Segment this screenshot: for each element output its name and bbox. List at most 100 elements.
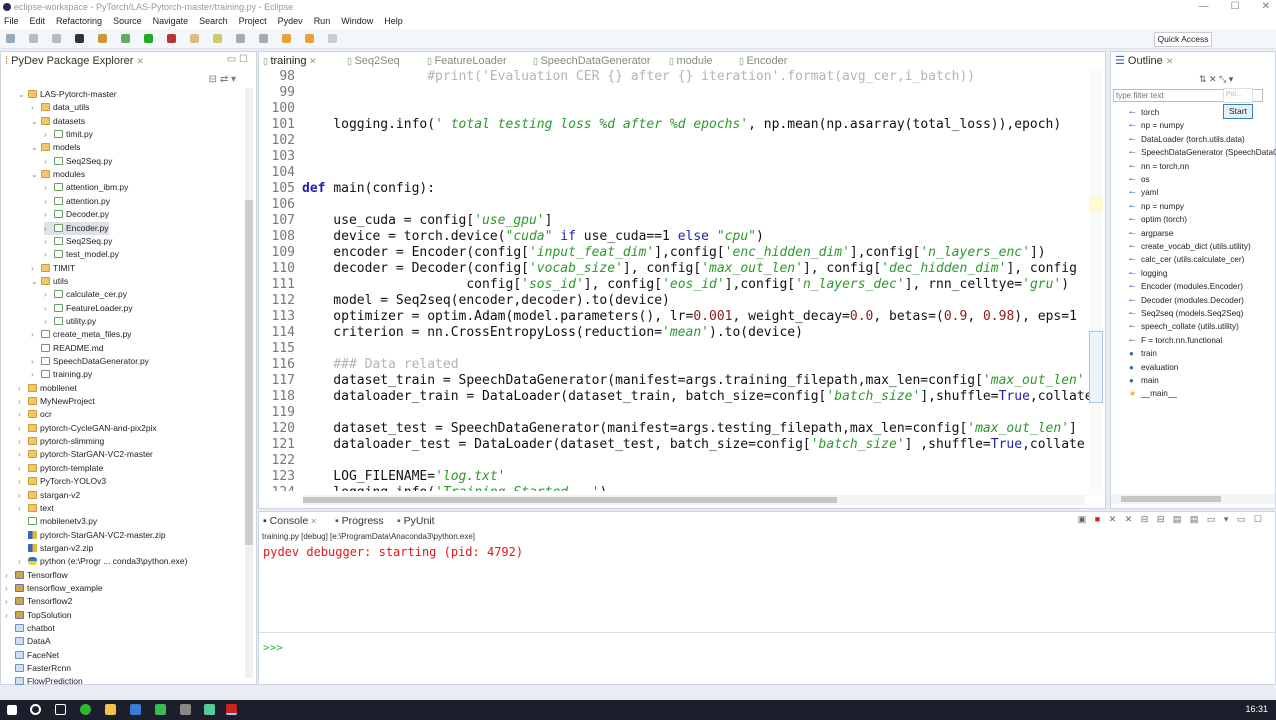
expand-arrow-icon[interactable]: ›	[44, 248, 54, 261]
expand-arrow-icon[interactable]: ›	[31, 328, 41, 341]
tree-item[interactable]: FasterRcnn	[5, 662, 71, 675]
tree-item[interactable]: › mobilenet	[18, 382, 77, 395]
expand-arrow-icon[interactable]: ›	[5, 595, 15, 608]
tree-item[interactable]: › Tensorflow2	[5, 595, 72, 608]
minimize-button[interactable]: —	[1199, 0, 1209, 14]
expand-arrow-icon[interactable]: ›	[18, 422, 28, 435]
outline-item[interactable]: ↼ os	[1129, 173, 1150, 186]
menu-project[interactable]: Project	[239, 14, 267, 29]
menu-file[interactable]: File	[4, 14, 19, 29]
tree-item[interactable]: › MyNewProject	[18, 395, 95, 408]
expand-arrow-icon[interactable]: ⌄	[31, 275, 41, 288]
tree-item[interactable]: › utility.py	[44, 315, 96, 328]
expand-arrow-icon[interactable]: ›	[31, 368, 41, 381]
maximize-button[interactable]: ☐	[1231, 0, 1240, 14]
tree-item[interactable]: FlowPrediction	[5, 675, 83, 688]
expand-arrow-icon[interactable]: ›	[44, 315, 54, 328]
expand-arrow-icon[interactable]: ›	[5, 569, 15, 582]
console-toolbar-icons[interactable]: ▣ ■ ✕ ✕ ⊟ ⊟ ▤ ▤ ▭ ▾ ▭ ☐	[1078, 514, 1265, 525]
tree-item[interactable]: › tensorflow_example	[5, 582, 103, 595]
toolbar-button-icon[interactable]	[259, 34, 268, 43]
menu-edit[interactable]: Edit	[30, 14, 46, 29]
tree-item[interactable]: stargan-v2.zip	[18, 542, 93, 555]
tree-item[interactable]: › test_model.py	[44, 248, 119, 261]
menu-help[interactable]: Help	[384, 14, 403, 29]
toolbar-button-icon[interactable]	[328, 34, 337, 43]
collapse-link-icons[interactable]: ⊟ ⇄ ▾	[209, 74, 236, 85]
menu-source[interactable]: Source	[113, 14, 142, 29]
menu-navigate[interactable]: Navigate	[153, 14, 189, 29]
close-icon[interactable]: ✕	[136, 56, 144, 66]
toolbar-button-icon[interactable]	[190, 34, 199, 43]
outline-item[interactable]: ↼ F = torch.nn.functional	[1129, 334, 1222, 347]
tree-item[interactable]: › Encoder.py	[44, 221, 109, 235]
outline-item[interactable]: ↼ yaml	[1129, 186, 1158, 199]
app-icon[interactable]	[130, 704, 141, 715]
toolbar-button-icon[interactable]	[98, 34, 107, 43]
outline-item[interactable]: ● evaluation	[1129, 361, 1178, 374]
tab-package-explorer[interactable]: ⁞ PyDev Package Explorer ✕	[5, 52, 145, 71]
explorer-scrollbar[interactable]	[245, 88, 253, 678]
expand-arrow-icon[interactable]: ›	[18, 435, 28, 448]
tree-item[interactable]: › calculate_cer.py	[44, 288, 127, 301]
code-editor[interactable]: ▯ training ✕ ▯ Seq2Seq ▯ FeatureLoader ▯ Sp…	[258, 51, 1106, 509]
toolbar-button-icon[interactable]	[213, 34, 222, 43]
tree-item[interactable]: › pytorch-CycleGAN-and-pix2pix	[18, 422, 157, 435]
expand-arrow-icon[interactable]: ›	[5, 609, 15, 622]
outline-item[interactable]: ↼ SpeechDataGenerator (SpeechDataGenerato…	[1129, 146, 1276, 159]
menu-pydev[interactable]: Pydev	[278, 14, 303, 29]
tree-item[interactable]: mobilenetv3.py	[18, 515, 97, 528]
tree-item[interactable]: › ocr	[18, 408, 52, 421]
outline-scrollbar[interactable]	[1111, 494, 1275, 504]
outline-item[interactable]: ↼ argparse	[1129, 227, 1173, 240]
tree-item[interactable]: › attention.py	[44, 195, 110, 208]
chrome-icon[interactable]	[80, 704, 91, 715]
close-icon[interactable]: ✕	[308, 517, 317, 526]
expand-arrow-icon[interactable]: ›	[44, 302, 54, 315]
tree-item[interactable]: › pytorch-StarGAN-VC2-master	[18, 448, 153, 461]
tree-item[interactable]: › FeatureLoader.py	[44, 302, 133, 315]
expand-arrow-icon[interactable]: ›	[18, 382, 28, 395]
menu-window[interactable]: Window	[341, 14, 373, 29]
expand-arrow-icon[interactable]: ›	[18, 502, 28, 515]
toolbar-button-icon[interactable]	[121, 34, 130, 43]
search-icon[interactable]	[30, 704, 41, 715]
tree-item[interactable]: ⌄ datasets	[31, 115, 85, 128]
tree-item[interactable]: › TIMIT	[31, 262, 75, 275]
tree-item[interactable]: › Seq2Seq.py	[44, 155, 112, 168]
expand-arrow-icon[interactable]: ›	[44, 155, 54, 168]
tree-item[interactable]: › SpeechDataGenerator.py	[31, 355, 149, 368]
expand-arrow-icon[interactable]: ⌄	[31, 168, 41, 181]
app-icon[interactable]	[204, 704, 215, 715]
expand-arrow-icon[interactable]: ⌄	[31, 115, 41, 128]
expand-arrow-icon[interactable]: ›	[5, 582, 15, 595]
scrollbar-thumb[interactable]	[245, 200, 253, 545]
toolbar-button-icon[interactable]	[6, 34, 15, 43]
close-button[interactable]: ✕	[1262, 0, 1270, 14]
tree-item[interactable]: pytorch-StarGAN-VC2-master.zip	[18, 529, 166, 542]
explorer-icon[interactable]	[105, 704, 116, 715]
toolbar-button-icon[interactable]	[52, 34, 61, 43]
close-icon[interactable]: ✕	[1166, 56, 1174, 66]
eclipse-taskbar-icon[interactable]	[226, 704, 237, 715]
outline-item[interactable]: ↼ DataLoader (torch.utils.data)	[1129, 133, 1245, 146]
outline-item[interactable]: ↼ calc_cer (utils.calculate_cer)	[1129, 253, 1244, 266]
tree-item[interactable]: ⌄ models	[31, 141, 80, 154]
tree-item[interactable]: chatbot	[5, 622, 55, 635]
outline-item[interactable]: ↼ Seq2seq (models.Seq2Seq)	[1129, 307, 1243, 320]
tree-item[interactable]: › pytorch-slimming	[18, 435, 104, 448]
outline-item[interactable]: ↼ np = numpy	[1129, 200, 1184, 213]
tree-item[interactable]: › text	[18, 502, 54, 515]
tree-item[interactable]: › PyTorch-YOLOv3	[18, 475, 106, 488]
outline-item[interactable]: ● main	[1129, 374, 1159, 387]
outline-item[interactable]: ↼ Encoder (modules.Encoder)	[1129, 280, 1243, 293]
start-button[interactable]: Start	[1223, 104, 1253, 119]
tree-item[interactable]: › TopSolution	[5, 609, 71, 622]
menu-search[interactable]: Search	[199, 14, 228, 29]
outline-item[interactable]: ↼ optim (torch)	[1129, 213, 1187, 226]
expand-arrow-icon[interactable]: ›	[18, 408, 28, 421]
expand-arrow-icon[interactable]: ›	[18, 462, 28, 475]
expand-arrow-icon[interactable]: ›	[44, 208, 54, 221]
outline-toolbar-icons[interactable]: ⇅ ✕ ⤡ ▾	[1199, 74, 1233, 85]
expand-arrow-icon[interactable]: ›	[31, 355, 41, 368]
